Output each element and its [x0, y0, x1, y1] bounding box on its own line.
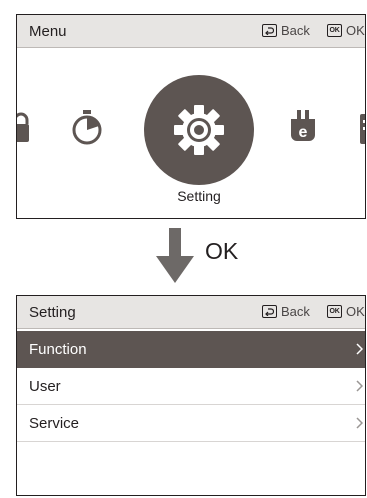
- ok-label: OK: [346, 304, 365, 319]
- ok-button[interactable]: OK OK: [327, 304, 365, 319]
- menu-header: Menu Back OK OK: [17, 15, 365, 48]
- menu-screen: Menu Back OK OK Setting e: [16, 14, 366, 219]
- back-button[interactable]: Back: [262, 304, 310, 319]
- setting-selected-item[interactable]: [144, 75, 254, 185]
- setting-title: Setting: [29, 304, 76, 321]
- transition-indicator: OK: [150, 228, 270, 286]
- list-item-label: Function: [29, 341, 87, 358]
- timer-icon[interactable]: [71, 108, 103, 148]
- back-button[interactable]: Back: [262, 23, 310, 38]
- list-item-function[interactable]: Function: [17, 331, 365, 368]
- down-arrow-icon: [156, 228, 194, 283]
- list-item-label: User: [29, 378, 61, 395]
- menu-title: Menu: [29, 23, 67, 40]
- setting-screen: Setting Back OK OK Function User Service: [16, 295, 366, 496]
- svg-text:e: e: [299, 124, 308, 141]
- list-item-label: Service: [29, 415, 80, 432]
- transition-ok-label: OK: [205, 238, 239, 264]
- back-label: Back: [281, 23, 310, 38]
- gear-icon: [174, 105, 224, 155]
- carousel-selected-label: Setting: [177, 188, 221, 204]
- chevron-right-icon: [356, 417, 363, 429]
- ok-label: OK: [346, 23, 365, 38]
- back-icon: [262, 24, 277, 37]
- ok-button[interactable]: OK OK: [327, 23, 365, 38]
- list-item-user[interactable]: User: [17, 368, 365, 405]
- menu-carousel: Setting e: [16, 48, 366, 218]
- chevron-right-icon: [356, 343, 363, 355]
- setting-header: Setting Back OK OK: [17, 296, 365, 329]
- list-item-service[interactable]: Service: [17, 405, 365, 442]
- energy-plug-icon[interactable]: e: [288, 108, 318, 148]
- chevron-right-icon: [356, 380, 363, 392]
- ok-icon: OK: [327, 24, 342, 37]
- lock-icon[interactable]: [16, 112, 29, 142]
- next-item-icon[interactable]: [360, 114, 366, 144]
- ok-icon: OK: [327, 305, 342, 318]
- back-icon: [262, 305, 277, 318]
- back-label: Back: [281, 304, 310, 319]
- setting-list: Function User Service: [17, 331, 365, 442]
